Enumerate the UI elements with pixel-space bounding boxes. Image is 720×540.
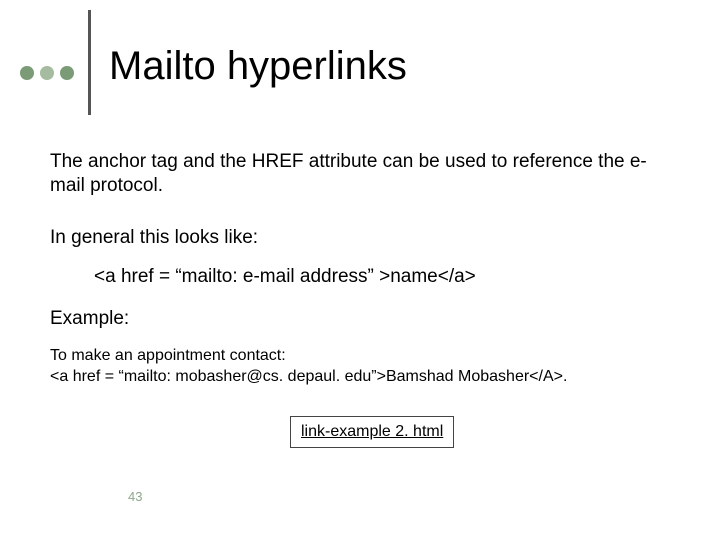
example-line-2: <a href = “mailto: mobasher@cs. depaul. … xyxy=(50,366,670,388)
paragraph-intro: The anchor tag and the HREF attribute ca… xyxy=(50,150,670,198)
dot-icon xyxy=(20,66,34,80)
code-syntax: <a href = “mailto: e-mail address” >name… xyxy=(50,265,670,289)
slide-content: The anchor tag and the HREF attribute ca… xyxy=(0,110,720,448)
example-line-1: To make an appointment contact: xyxy=(50,345,670,367)
vertical-divider xyxy=(88,10,91,115)
example-text: To make an appointment contact: <a href … xyxy=(50,345,670,388)
decorative-dots xyxy=(20,66,74,80)
paragraph-general: In general this looks like: xyxy=(50,226,670,250)
example-file-link[interactable]: link-example 2. html xyxy=(290,416,454,448)
page-number: 43 xyxy=(128,489,142,504)
dot-icon xyxy=(40,66,54,80)
dot-icon xyxy=(60,66,74,80)
example-label: Example: xyxy=(50,307,670,331)
slide-header: Mailto hyperlinks xyxy=(0,0,720,110)
slide-title: Mailto hyperlinks xyxy=(109,44,407,89)
